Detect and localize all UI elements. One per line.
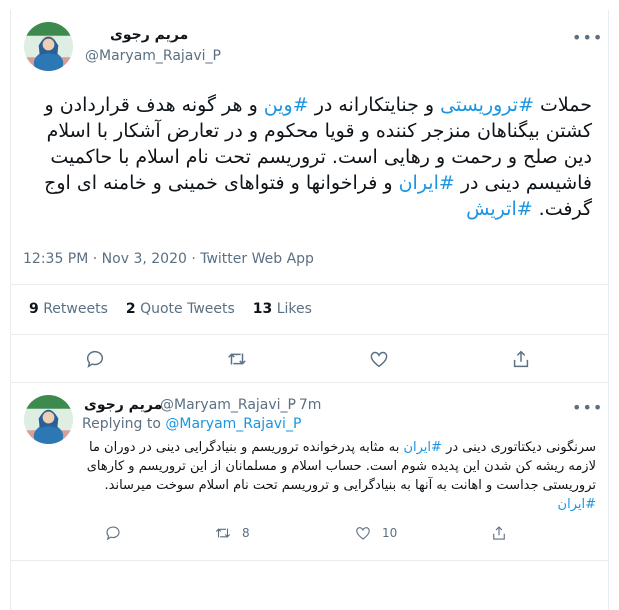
- replying-handle[interactable]: @Maryam_Rajavi_P: [165, 416, 301, 432]
- avatar-image: [24, 22, 73, 71]
- reply-text: سرنگونی دیکتاتوری دینی در #ایران به مثاب…: [82, 438, 596, 514]
- reply-retweet-button[interactable]: 8: [214, 524, 250, 542]
- author-handle[interactable]: @Maryam_Rajavi_P: [85, 48, 221, 64]
- hashtag-link[interactable]: #ایران: [558, 497, 596, 512]
- reply-like-count: 10: [382, 526, 398, 540]
- more-options-icon[interactable]: •••: [572, 28, 603, 47]
- like-icon: [356, 527, 370, 540]
- tweet-text: حملات #تروریستی و جنایتکارانه در #وین و …: [22, 92, 592, 222]
- text-segment: و جنایتکارانه در: [308, 94, 441, 116]
- hashtag-link[interactable]: #تروریستی: [440, 94, 534, 116]
- avatar-image: [24, 395, 73, 444]
- retweets-label: Retweets: [43, 301, 108, 317]
- tweet-stats: 9 Retweets 2 Quote Tweets 13 Likes: [29, 301, 330, 317]
- quotes-count: 2: [125, 301, 136, 317]
- retweets-stat[interactable]: 9 Retweets: [29, 301, 108, 317]
- retweet-icon[interactable]: [226, 348, 248, 370]
- reply-author-name[interactable]: مریم رجوی: [84, 397, 162, 413]
- reply-avatar[interactable]: [24, 395, 73, 444]
- divider: [11, 334, 608, 335]
- author-name[interactable]: مریم رجوی: [110, 27, 188, 43]
- tweet-timestamp[interactable]: 12:35 PM · Nov 3, 2020 · Twitter Web App: [23, 251, 314, 267]
- reply-retweet-count: 8: [242, 526, 250, 540]
- likes-count: 13: [252, 301, 273, 317]
- hashtag-link[interactable]: #اتریش: [466, 198, 532, 220]
- reply-share-icon[interactable]: [490, 524, 508, 542]
- text-segment: سرنگونی دیکتاتوری دینی در: [441, 440, 596, 455]
- retweets-count: 9: [29, 301, 39, 317]
- like-icon[interactable]: [368, 348, 390, 370]
- reply-more-options-icon[interactable]: •••: [572, 398, 603, 417]
- replying-to: Replying to @Maryam_Rajavi_P: [82, 416, 301, 432]
- divider: [11, 382, 608, 383]
- hashtag-link[interactable]: #ایران: [403, 440, 441, 455]
- reply-reply-icon[interactable]: [104, 524, 122, 542]
- quote-tweets-stat[interactable]: 2 Quote Tweets: [126, 301, 235, 317]
- share-icon[interactable]: [510, 348, 532, 370]
- reply-author-handle[interactable]: @Maryam_Rajavi_P: [160, 397, 296, 413]
- likes-stat[interactable]: 13 Likes: [253, 301, 312, 317]
- hashtag-link[interactable]: #وین: [264, 94, 309, 116]
- replying-prefix: Replying to: [82, 416, 166, 432]
- divider: [11, 560, 608, 561]
- reply-like-button[interactable]: 10: [354, 524, 397, 542]
- reply-icon[interactable]: [84, 348, 106, 370]
- text-segment: حملات: [534, 94, 592, 116]
- hashtag-link[interactable]: #ایران: [399, 172, 455, 194]
- retweet-icon: [215, 528, 231, 538]
- divider: [11, 284, 608, 285]
- reply-time[interactable]: · 7m: [290, 397, 321, 413]
- quotes-label: Quote Tweets: [140, 301, 235, 317]
- likes-label: Likes: [276, 301, 312, 317]
- avatar[interactable]: [24, 22, 73, 71]
